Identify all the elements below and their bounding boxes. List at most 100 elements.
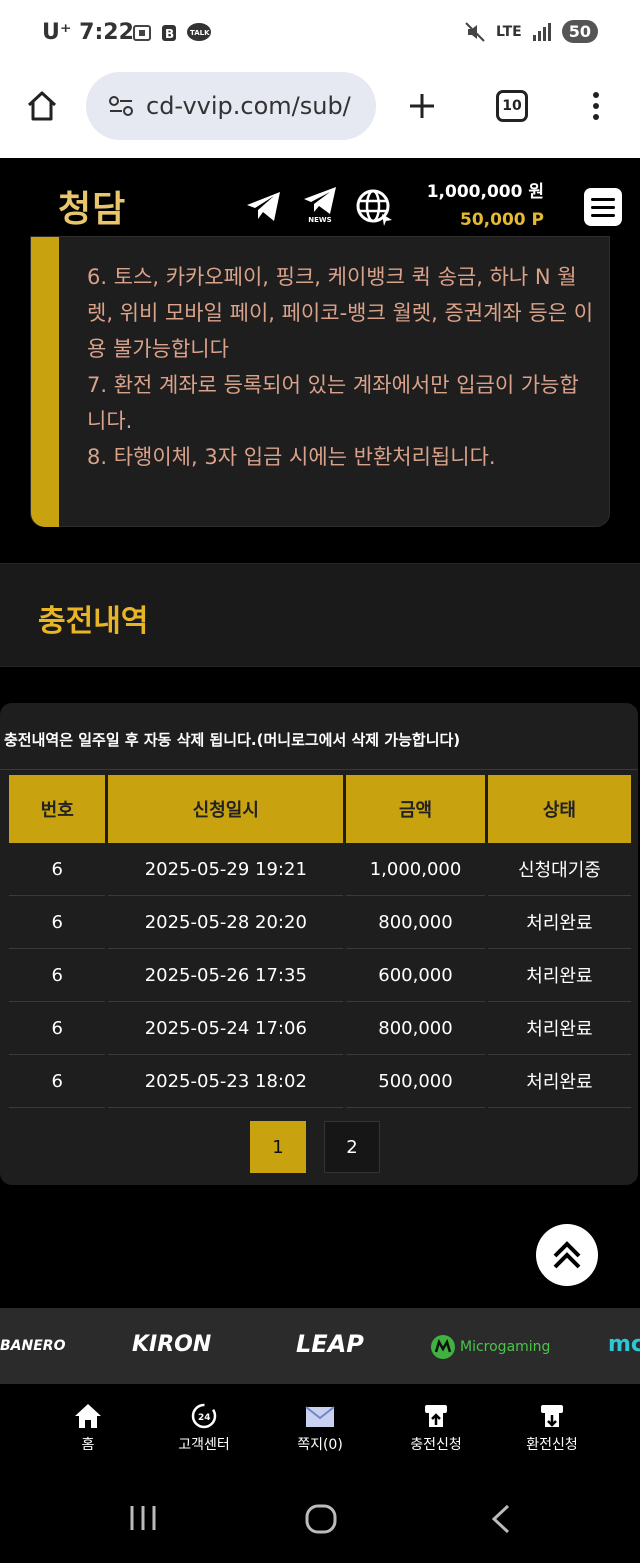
status-time: U⁺ 7:22 — [42, 20, 134, 45]
provider-logo-kiron: KIRON — [132, 1332, 212, 1357]
site-settings-icon[interactable] — [108, 95, 134, 117]
notice-text: 6. 토스, 카카오페이, 핑크, 케이뱅크 퀵 송금, 하나 N 월렛, 위비… — [87, 259, 597, 475]
nav-label: 환전신청 — [526, 1437, 578, 1453]
provider-logo-mc: mc — [608, 1332, 640, 1357]
nav-label: 홈 — [81, 1437, 95, 1453]
nav-label: 충전신청 — [410, 1437, 462, 1453]
tab-count: 10 — [496, 90, 528, 122]
home-button[interactable] — [24, 86, 60, 126]
section-header: 충전내역 — [0, 563, 640, 667]
cell-number: 6 — [9, 1002, 106, 1055]
scroll-to-top-button[interactable] — [536, 1224, 598, 1286]
status-bar: U⁺ 7:22 B TALK LTE 50 — [0, 0, 640, 66]
menu-line — [591, 213, 615, 217]
menu-line — [591, 197, 615, 201]
cell-date: 2025-05-28 20:20 — [108, 896, 344, 949]
divider — [0, 769, 638, 770]
network-label: LTE — [496, 23, 522, 40]
cell-status: 처리완료 — [487, 896, 631, 949]
telegram-news-link[interactable]: NEWS — [300, 184, 340, 234]
cell-status: 처리완료 — [487, 1002, 631, 1055]
deposit-history-panel: 충전내역은 일주일 후 자동 삭제 됩니다.(머니로그에서 삭제 가능합니다) … — [0, 703, 638, 1185]
section-title: 충전내역 — [38, 604, 149, 639]
notice-line: 6. 토스, 카카오페이, 핑크, 케이뱅크 퀵 송금, 하나 N 월렛, 위비… — [87, 265, 594, 361]
tabs-button[interactable]: 10 — [494, 86, 530, 126]
cell-amount: 800,000 — [346, 896, 485, 949]
browser-toolbar: cd-vvip.com/sub/ 10 — [0, 66, 640, 158]
cell-date: 2025-05-23 18:02 — [108, 1055, 344, 1108]
mute-icon — [465, 21, 485, 42]
globe-icon[interactable] — [354, 186, 394, 226]
nav-home[interactable]: 홈 — [33, 1400, 143, 1454]
home-icon — [75, 1404, 101, 1428]
table-row: 6 2025-05-29 19:21 1,000,000 신청대기중 — [9, 843, 631, 896]
double-chevron-up-icon — [553, 1241, 581, 1269]
history-table: 번호 신청일시 금액 상태 6 2025-05-29 19:21 1,000,0… — [6, 775, 634, 1108]
telegram-icon[interactable] — [244, 186, 284, 226]
points-balance: 50,000 P — [460, 210, 544, 230]
nav-label: 고객센터 — [178, 1437, 230, 1453]
mail-icon — [305, 1406, 335, 1427]
nav-withdraw[interactable]: 환전신청 — [497, 1400, 607, 1454]
provider-logo-banero: BANERO — [0, 1338, 66, 1354]
hamburger-menu-button[interactable] — [584, 188, 622, 226]
more-menu-button[interactable] — [578, 86, 614, 126]
col-number: 번호 — [9, 775, 106, 843]
address-bar[interactable]: cd-vvip.com/sub/ — [86, 72, 376, 140]
cell-status: 처리완료 — [487, 1055, 631, 1108]
site-logo[interactable]: 청담 — [58, 180, 126, 232]
table-row: 6 2025-05-28 20:20 800,000 처리완료 — [9, 896, 631, 949]
url-text: cd-vvip.com/sub/ — [146, 92, 351, 120]
deposit-notice-card: 6. 토스, 카카오페이, 핑크, 케이뱅크 퀵 송금, 하나 N 월렛, 위비… — [30, 236, 610, 527]
menu-line — [591, 205, 615, 209]
bottom-nav: 홈 24 고객센터 쪽지(0) 충전신청 환전신청 — [0, 1384, 640, 1464]
pagination: 1 2 — [250, 1121, 380, 1173]
kakaotalk-icon: TALK — [187, 23, 211, 41]
nav-support[interactable]: 24 고객센터 — [149, 1400, 259, 1454]
b-app-icon: B — [162, 25, 176, 41]
cash-balance: 1,000,000 원 — [426, 182, 544, 202]
cell-date: 2025-05-26 17:35 — [108, 949, 344, 1002]
deposit-icon — [425, 1405, 447, 1427]
col-amount: 금액 — [346, 775, 485, 843]
nav-deposit[interactable]: 충전신청 — [381, 1400, 491, 1454]
telegram-news-icon — [304, 187, 336, 214]
cell-number: 6 — [9, 1055, 106, 1108]
table-row: 6 2025-05-26 17:35 600,000 처리완료 — [9, 949, 631, 1002]
cell-status: 신청대기중 — [487, 843, 631, 896]
page-button-1[interactable]: 1 — [250, 1121, 306, 1173]
system-home-icon[interactable] — [305, 1504, 337, 1534]
notice-line: 7. 환전 계좌로 등록되어 있는 계좌에서만 입금이 가능합니다. — [87, 373, 579, 433]
cell-amount: 800,000 — [346, 1002, 485, 1055]
new-tab-button[interactable] — [404, 86, 440, 126]
cell-date: 2025-05-24 17:06 — [108, 1002, 344, 1055]
system-nav-bar — [0, 1464, 640, 1563]
microgaming-icon — [431, 1335, 455, 1359]
history-note: 충전내역은 일주일 후 자동 삭제 됩니다.(머니로그에서 삭제 가능합니다) — [4, 731, 461, 749]
news-label: NEWS — [308, 216, 332, 224]
back-icon[interactable] — [490, 1504, 512, 1534]
recent-apps-icon[interactable] — [128, 1504, 158, 1532]
table-row: 6 2025-05-23 18:02 500,000 처리완료 — [9, 1055, 631, 1108]
svg-text:24: 24 — [198, 1413, 211, 1423]
notice-line: 8. 타행이체, 3자 입금 시에는 반환처리됩니다. — [87, 445, 496, 469]
page-button-2[interactable]: 2 — [324, 1121, 380, 1173]
cell-amount: 1,000,000 — [346, 843, 485, 896]
provider-logo-microgaming: Microgaming — [430, 1334, 550, 1360]
support-24-icon: 24 — [191, 1403, 217, 1429]
status-right: LTE 50 — [464, 20, 598, 43]
microgaming-label: Microgaming — [460, 1339, 551, 1355]
provider-logo-strip: BANERO KIRON LEAP Microgaming mc — [0, 1308, 640, 1384]
cell-amount: 500,000 — [346, 1055, 485, 1108]
screenshot-icon — [133, 25, 151, 41]
provider-logo-leap: LEAP — [296, 1330, 364, 1358]
cell-date: 2025-05-29 19:21 — [108, 843, 344, 896]
cell-number: 6 — [9, 896, 106, 949]
battery-badge: 50 — [561, 20, 598, 43]
plus-icon — [410, 94, 434, 118]
table-row: 6 2025-05-24 17:06 800,000 처리완료 — [9, 1002, 631, 1055]
balance-box: 1,000,000 원 50,000 P — [427, 178, 544, 234]
nav-messages[interactable]: 쪽지(0) — [265, 1400, 375, 1454]
cell-number: 6 — [9, 949, 106, 1002]
svg-text:B: B — [165, 27, 174, 41]
